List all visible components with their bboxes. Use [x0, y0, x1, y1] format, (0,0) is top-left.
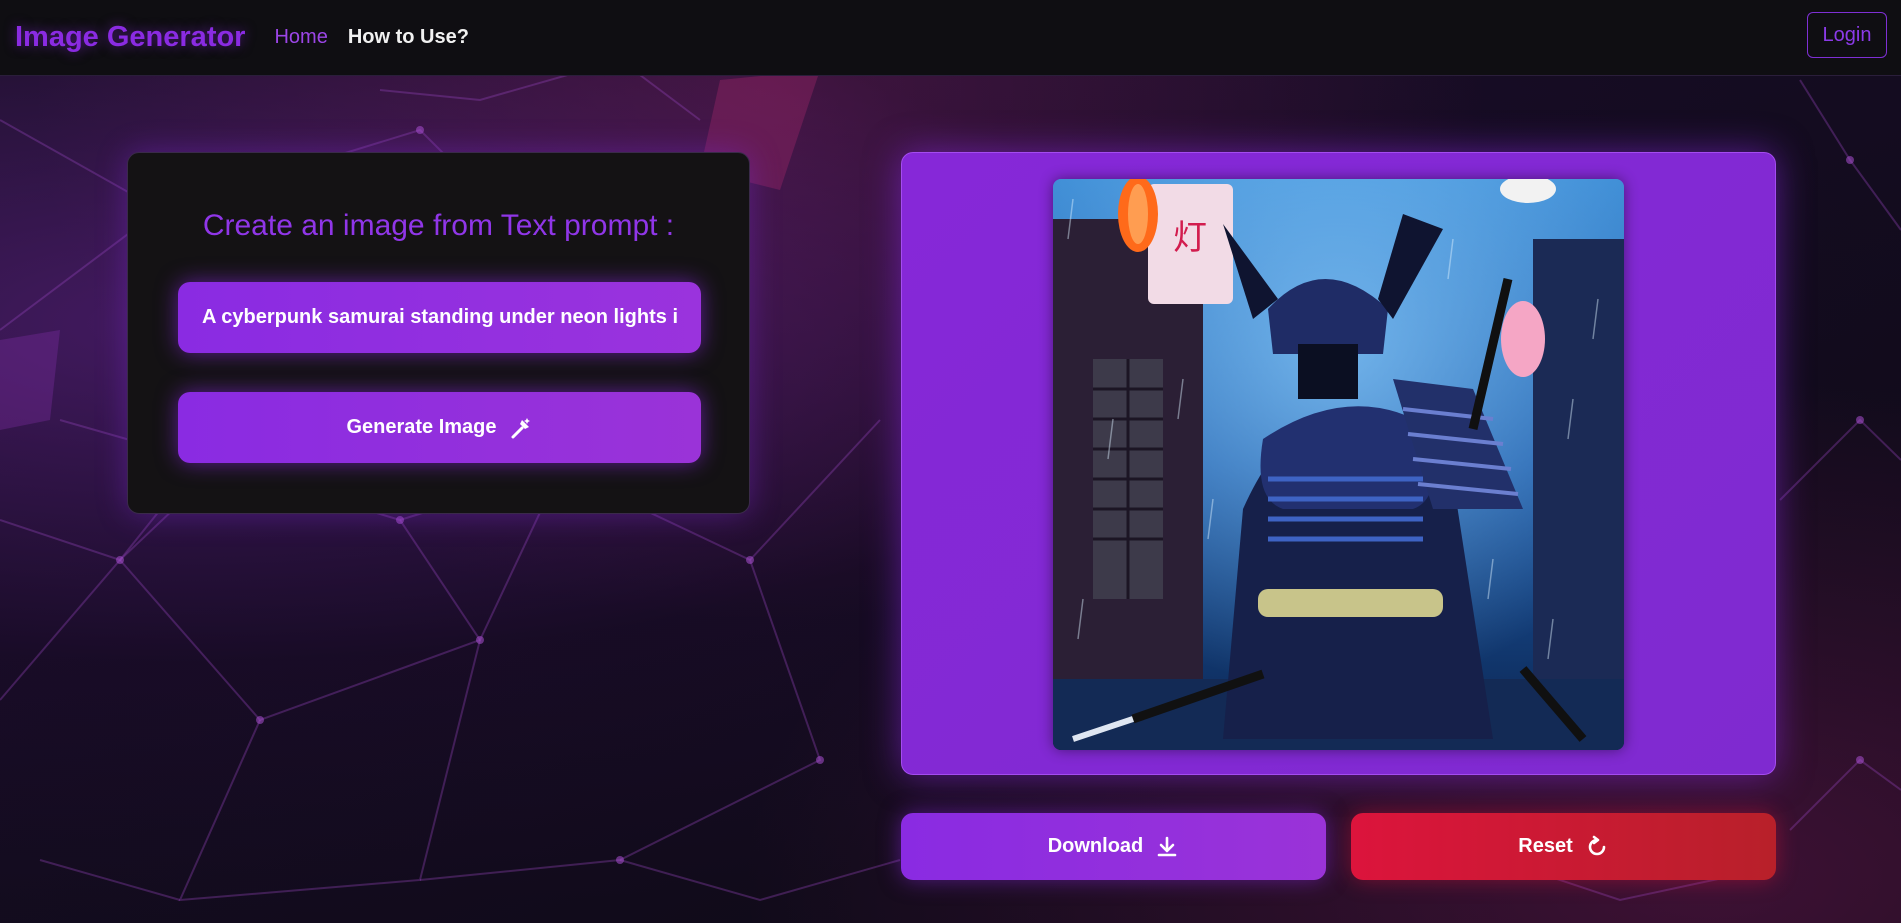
- prompt-input[interactable]: [178, 282, 701, 353]
- generate-image-label: Generate Image: [346, 416, 497, 438]
- reset-label: Reset: [1518, 835, 1573, 857]
- generated-image: 灯: [1053, 179, 1624, 750]
- download-button[interactable]: Download: [901, 813, 1326, 880]
- svg-text:灯: 灯: [1173, 218, 1207, 258]
- prompt-card: Create an image from Text prompt : Gener…: [127, 152, 750, 514]
- nav-link-home[interactable]: Home: [274, 26, 327, 49]
- prompt-title: Create an image from Text prompt :: [202, 209, 675, 242]
- page: Image Generator Home How to Use? Login C…: [0, 0, 1901, 923]
- login-button[interactable]: Login: [1807, 12, 1887, 58]
- magic-wand-icon: [509, 416, 533, 440]
- refresh-icon: [1585, 835, 1609, 859]
- brand-logo[interactable]: Image Generator: [15, 21, 245, 54]
- navbar: Image Generator Home How to Use? Login: [0, 0, 1901, 76]
- generate-image-button[interactable]: Generate Image: [178, 392, 701, 463]
- download-label: Download: [1047, 835, 1144, 857]
- reset-button[interactable]: Reset: [1351, 813, 1776, 880]
- nav-link-how-to-use[interactable]: How to Use?: [348, 26, 469, 49]
- download-icon: [1155, 835, 1179, 859]
- image-panel: 灯: [901, 152, 1776, 775]
